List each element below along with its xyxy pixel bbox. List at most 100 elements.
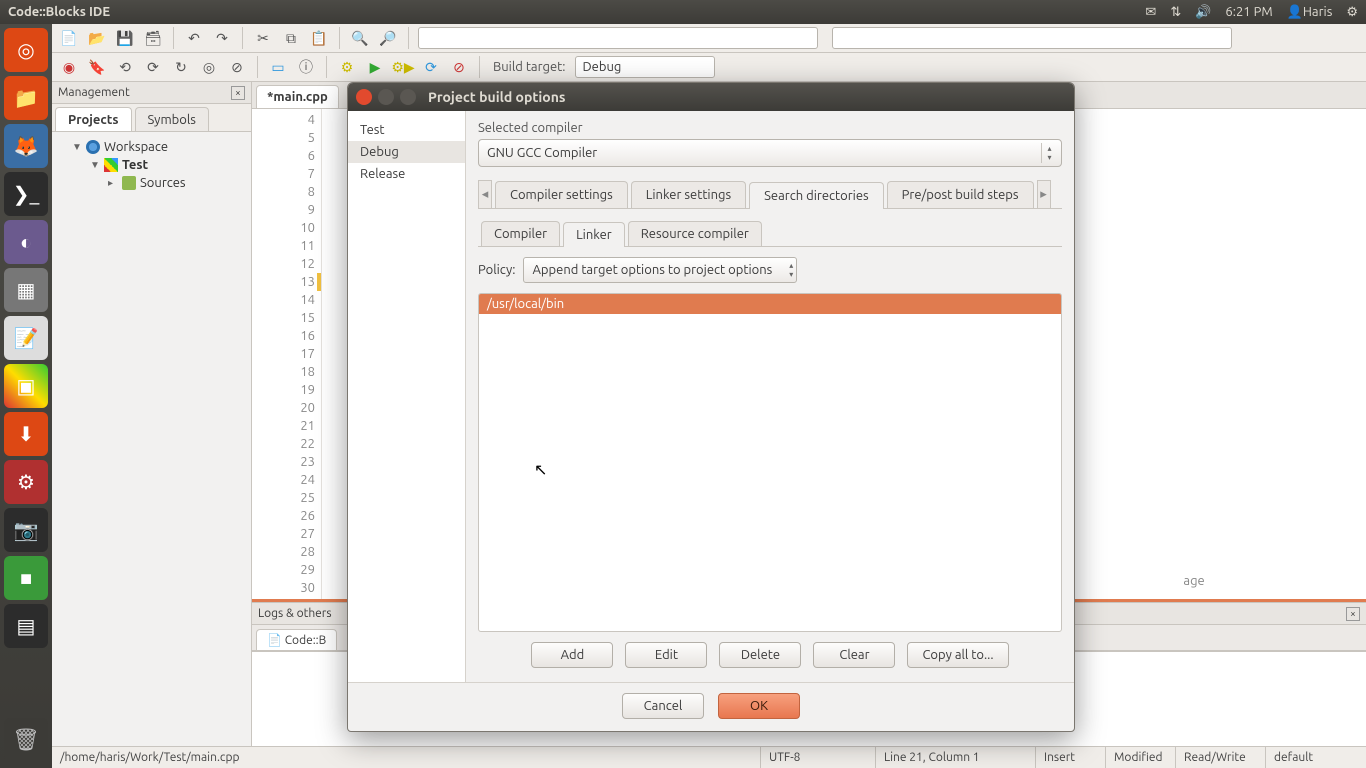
add-button[interactable]: Add <box>531 642 613 668</box>
build-target-combo[interactable]: Debug <box>575 56 715 78</box>
sound-icon[interactable]: 🔊 <box>1195 5 1211 20</box>
build-run-icon[interactable]: ⚙▶ <box>392 56 414 78</box>
edit-button[interactable]: Edit <box>625 642 707 668</box>
paste-icon[interactable]: 📋 <box>308 27 330 49</box>
undo-icon[interactable]: ↶ <box>183 27 205 49</box>
tree-sources[interactable]: ▸Sources <box>56 174 247 192</box>
view-icon[interactable]: ▭ <box>267 56 289 78</box>
subtab-compiler[interactable]: Compiler <box>481 221 560 246</box>
toolbar-row-1: 📄 📂 💾 🗃 ↶ ↷ ✂ ⧉ 📋 🔍 🔎 <box>52 24 1366 53</box>
window-close-icon[interactable] <box>356 89 372 105</box>
launcher-app-icon[interactable]: ▣ <box>4 364 48 408</box>
launcher-green-icon[interactable]: ■ <box>4 556 48 600</box>
build-icon[interactable]: ⚙ <box>336 56 358 78</box>
subtab-resource[interactable]: Resource compiler <box>628 221 762 246</box>
selected-compiler-combo[interactable]: GNU GCC Compiler ▴▾ <box>478 139 1062 167</box>
nav-back-icon[interactable]: ⟲ <box>114 56 136 78</box>
delete-button[interactable]: Delete <box>719 642 801 668</box>
tab-compiler-settings[interactable]: Compiler settings <box>495 181 628 208</box>
launcher-terminal-icon[interactable]: ❯_ <box>4 172 48 216</box>
status-insert-mode: Insert <box>1036 747 1106 768</box>
directory-list[interactable]: /usr/local/bin <box>478 293 1062 632</box>
launcher-trash-icon[interactable]: 🗑 <box>4 718 48 762</box>
dialog-footer: Cancel OK <box>348 682 1074 731</box>
close-icon[interactable]: × <box>1346 607 1360 621</box>
refresh-icon[interactable]: ↻ <box>170 56 192 78</box>
launcher-camera-icon[interactable]: 📷 <box>4 508 48 552</box>
dialog-right-pane: Selected compiler GNU GCC Compiler ▴▾ ◂ … <box>466 111 1074 682</box>
replace-icon[interactable]: 🔎 <box>377 27 399 49</box>
tab-scroll-right-icon[interactable]: ▸ <box>1037 180 1051 208</box>
tab-search-directories[interactable]: Search directories <box>749 182 884 209</box>
copy-all-button[interactable]: Copy all to... <box>907 642 1008 668</box>
chevron-updown-icon: ▴▾ <box>1041 143 1057 163</box>
nav-fwd-icon[interactable]: ⟳ <box>142 56 164 78</box>
clear-button[interactable]: Clear <box>813 642 895 668</box>
run-icon[interactable]: ▶ <box>364 56 386 78</box>
editor-tab-main[interactable]: *main.cpp <box>256 85 339 108</box>
redo-icon[interactable]: ↷ <box>211 27 233 49</box>
close-icon[interactable]: × <box>231 86 245 100</box>
ok-button[interactable]: OK <box>718 693 800 719</box>
new-file-icon[interactable]: 📄 <box>58 27 80 49</box>
abort-icon[interactable]: ⊘ <box>448 56 470 78</box>
user-menu[interactable]: 👤 Haris <box>1287 5 1333 20</box>
subtab-linker[interactable]: Linker <box>563 222 625 247</box>
tab-scroll-left-icon[interactable]: ◂ <box>478 180 492 208</box>
info-icon[interactable]: ⓘ <box>295 56 317 78</box>
launcher-dash-icon[interactable]: ◎ <box>4 28 48 72</box>
dialog-target-list: Test Debug Release <box>348 111 466 682</box>
policy-row: Policy: Append target options to project… <box>478 257 1062 283</box>
launcher-calc-icon[interactable]: ▦ <box>4 268 48 312</box>
launcher-eclipse-icon[interactable]: ◐ <box>4 220 48 264</box>
clock[interactable]: 6:21 PM <box>1225 5 1272 19</box>
management-tabs: Projects Symbols <box>52 104 251 132</box>
visible-code-fragment: age E ); // Find the contours in the <box>1183 574 1360 599</box>
stop-icon[interactable]: ⊘ <box>226 56 248 78</box>
target-release[interactable]: Release <box>348 163 465 185</box>
launcher-files-icon[interactable]: 📁 <box>4 76 48 120</box>
mail-icon[interactable]: ✉ <box>1145 5 1156 20</box>
tab-symbols[interactable]: Symbols <box>135 107 209 131</box>
window-title: Code::Blocks IDE <box>8 5 1145 19</box>
launcher-firefox-icon[interactable]: 🦊 <box>4 124 48 168</box>
target-debug[interactable]: Debug <box>348 141 465 163</box>
launcher-settings-icon[interactable]: ⚙ <box>4 460 48 504</box>
launcher-editor-icon[interactable]: 📝 <box>4 316 48 360</box>
status-cursor-pos: Line 21, Column 1 <box>876 747 1036 768</box>
launcher-workspace-icon[interactable]: ▤ <box>4 604 48 648</box>
save-all-icon[interactable]: 🗃 <box>142 27 164 49</box>
copy-icon[interactable]: ⧉ <box>280 27 302 49</box>
logs-tab-codeblocks[interactable]: 📄 Code::B <box>256 629 337 650</box>
tree-workspace[interactable]: ▼Workspace <box>56 138 247 156</box>
window-max-icon[interactable] <box>400 89 416 105</box>
bookmark-icon[interactable]: 🔖 <box>86 56 108 78</box>
window-min-icon[interactable] <box>378 89 394 105</box>
system-tray: ✉ ⇅ 🔊 6:21 PM 👤 Haris ⚙ <box>1145 5 1358 20</box>
status-bar: /home/haris/Work/Test/main.cpp UTF-8 Lin… <box>52 746 1366 768</box>
policy-label: Policy: <box>478 263 515 277</box>
chevron-updown-icon: ▴▾ <box>789 261 793 279</box>
unity-launcher: ◎ 📁 🦊 ❯_ ◐ ▦ 📝 ▣ ⬇ ⚙ 📷 ■ ▤ 🗑 <box>0 24 52 768</box>
cancel-button[interactable]: Cancel <box>622 693 704 719</box>
find-icon[interactable]: 🔍 <box>349 27 371 49</box>
dialog-titlebar[interactable]: Project build options <box>348 83 1074 111</box>
launcher-software-icon[interactable]: ⬇ <box>4 412 48 456</box>
symbol-combo[interactable] <box>418 27 818 49</box>
cut-icon[interactable]: ✂ <box>252 27 274 49</box>
rebuild-icon[interactable]: ⟳ <box>420 56 442 78</box>
network-icon[interactable]: ⇅ <box>1170 5 1181 20</box>
tab-linker-settings[interactable]: Linker settings <box>631 181 746 208</box>
tab-projects[interactable]: Projects <box>55 107 132 131</box>
tab-prepost-build[interactable]: Pre/post build steps <box>887 181 1034 208</box>
target-icon[interactable]: ◎ <box>198 56 220 78</box>
gear-icon[interactable]: ⚙ <box>1346 5 1358 20</box>
policy-combo[interactable]: Append target options to project options… <box>523 257 797 283</box>
open-file-icon[interactable]: 📂 <box>86 27 108 49</box>
directory-list-item[interactable]: /usr/local/bin <box>479 294 1061 314</box>
search-combo[interactable] <box>832 27 1232 49</box>
target-test[interactable]: Test <box>348 119 465 141</box>
save-icon[interactable]: 💾 <box>114 27 136 49</box>
tree-project[interactable]: ▼Test <box>56 156 247 174</box>
toggle-breakpoint-icon[interactable]: ◉ <box>58 56 80 78</box>
